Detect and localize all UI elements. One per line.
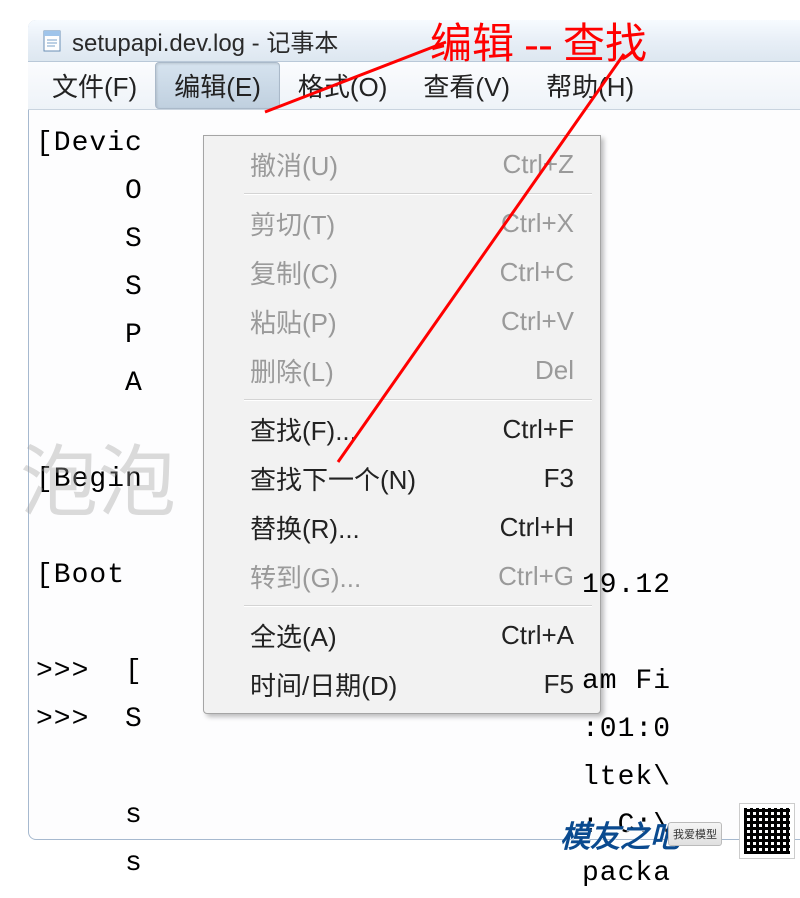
menu-edit[interactable]: 编辑(E) <box>155 62 280 109</box>
menu-separator <box>244 193 592 195</box>
menu-item-shortcut: Ctrl+A <box>501 620 574 651</box>
menu-item-label: 删除(L) <box>250 352 334 389</box>
menu-item-label: 时间/日期(D) <box>250 666 397 703</box>
menu-separator <box>244 605 592 607</box>
footer-qr-icon <box>740 804 794 858</box>
menu-item-shortcut: Ctrl+F <box>503 414 575 445</box>
menu-item-shortcut: Ctrl+H <box>500 512 574 543</box>
menubar: 文件(F) 编辑(E) 格式(O) 查看(V) 帮助(H) <box>28 62 800 110</box>
menu-item[interactable]: 替换(R)... Ctrl+H <box>206 503 598 552</box>
menu-item-label: 复制(C) <box>250 254 338 291</box>
menu-separator <box>244 399 592 401</box>
menu-item: 删除(L) Del <box>206 346 598 395</box>
edit-dropdown: 撤消(U) Ctrl+Z 剪切(T) Ctrl+X 复制(C) Ctrl+C 粘贴(P) Ct… <box>203 135 601 714</box>
notepad-window: setupapi.dev.log - 记事本 文件(F) 编辑(E) 格式(O)… <box>28 20 800 840</box>
menu-item-label: 粘贴(P) <box>250 303 337 340</box>
menu-item-shortcut: Ctrl+V <box>501 306 574 337</box>
menu-item-label: 查找下一个(N) <box>250 460 416 497</box>
footer-badge: 我爱模型 <box>668 822 722 846</box>
notepad-icon <box>42 29 62 53</box>
menu-item: 粘贴(P) Ctrl+V <box>206 297 598 346</box>
titlebar: setupapi.dev.log - 记事本 <box>28 20 800 62</box>
menu-item: 撤消(U) Ctrl+Z <box>206 140 598 189</box>
menu-item-label: 全选(A) <box>250 617 337 654</box>
text-area-right: 19.12 am Fi :01:0 ltek\ : C:\ packa <box>582 130 671 898</box>
menu-item[interactable]: 全选(A) Ctrl+A <box>206 611 598 660</box>
menu-item[interactable]: 查找下一个(N) F3 <box>206 454 598 503</box>
annotation-text: 编辑 -- 查找 <box>430 10 647 71</box>
menu-item: 转到(G)... Ctrl+G <box>206 552 598 601</box>
menu-item-label: 转到(G)... <box>250 558 361 595</box>
menu-item-label: 替换(R)... <box>250 509 360 546</box>
window-title: setupapi.dev.log - 记事本 <box>72 23 338 58</box>
menu-item: 剪切(T) Ctrl+X <box>206 199 598 248</box>
menu-item-shortcut: F3 <box>544 463 574 494</box>
menu-item[interactable]: 时间/日期(D) F5 <box>206 660 598 709</box>
menu-item-label: 撤消(U) <box>250 146 338 183</box>
menu-format[interactable]: 格式(O) <box>280 62 406 109</box>
menu-item-shortcut: F5 <box>544 669 574 700</box>
menu-file[interactable]: 文件(F) <box>34 62 155 109</box>
menu-item[interactable]: 查找(F)... Ctrl+F <box>206 405 598 454</box>
menu-item-shortcut: Ctrl+C <box>500 257 574 288</box>
menu-item-shortcut: Ctrl+X <box>501 208 574 239</box>
menu-item-label: 剪切(T) <box>250 205 335 242</box>
menu-item: 复制(C) Ctrl+C <box>206 248 598 297</box>
menu-item-shortcut: Ctrl+Z <box>503 149 575 180</box>
menu-item-label: 查找(F)... <box>250 411 357 448</box>
menu-item-shortcut: Del <box>535 355 574 386</box>
footer-logo: 模友之吧 <box>560 812 680 856</box>
menu-item-shortcut: Ctrl+G <box>498 561 574 592</box>
